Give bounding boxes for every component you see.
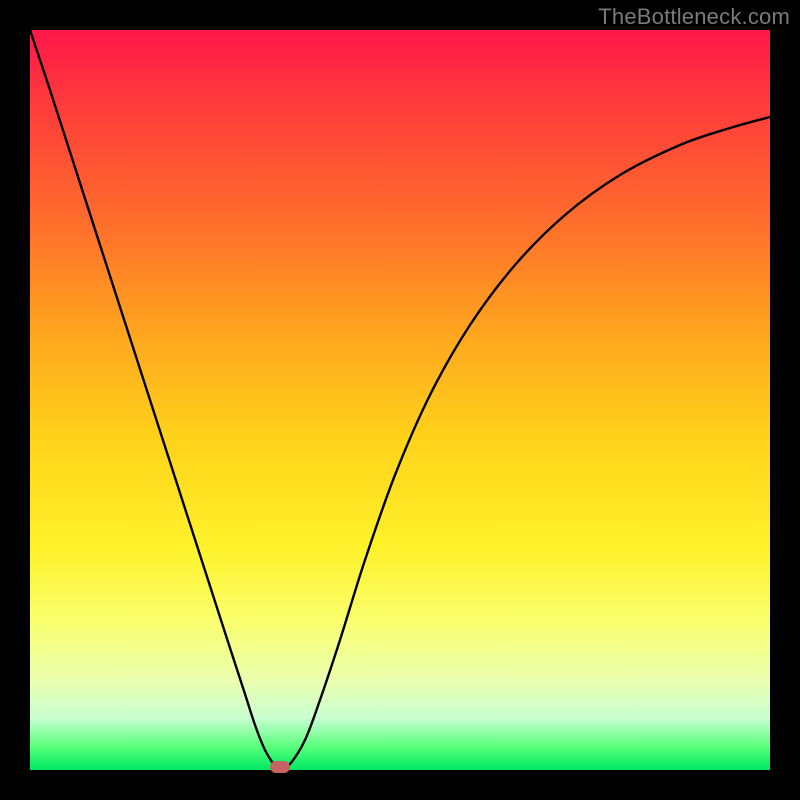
- watermark-text: TheBottleneck.com: [598, 4, 790, 30]
- plot-area: [30, 30, 770, 770]
- curve-svg: [30, 30, 770, 770]
- optimum-marker: [270, 761, 290, 773]
- chart-frame: TheBottleneck.com: [0, 0, 800, 800]
- bottleneck-curve: [30, 30, 770, 770]
